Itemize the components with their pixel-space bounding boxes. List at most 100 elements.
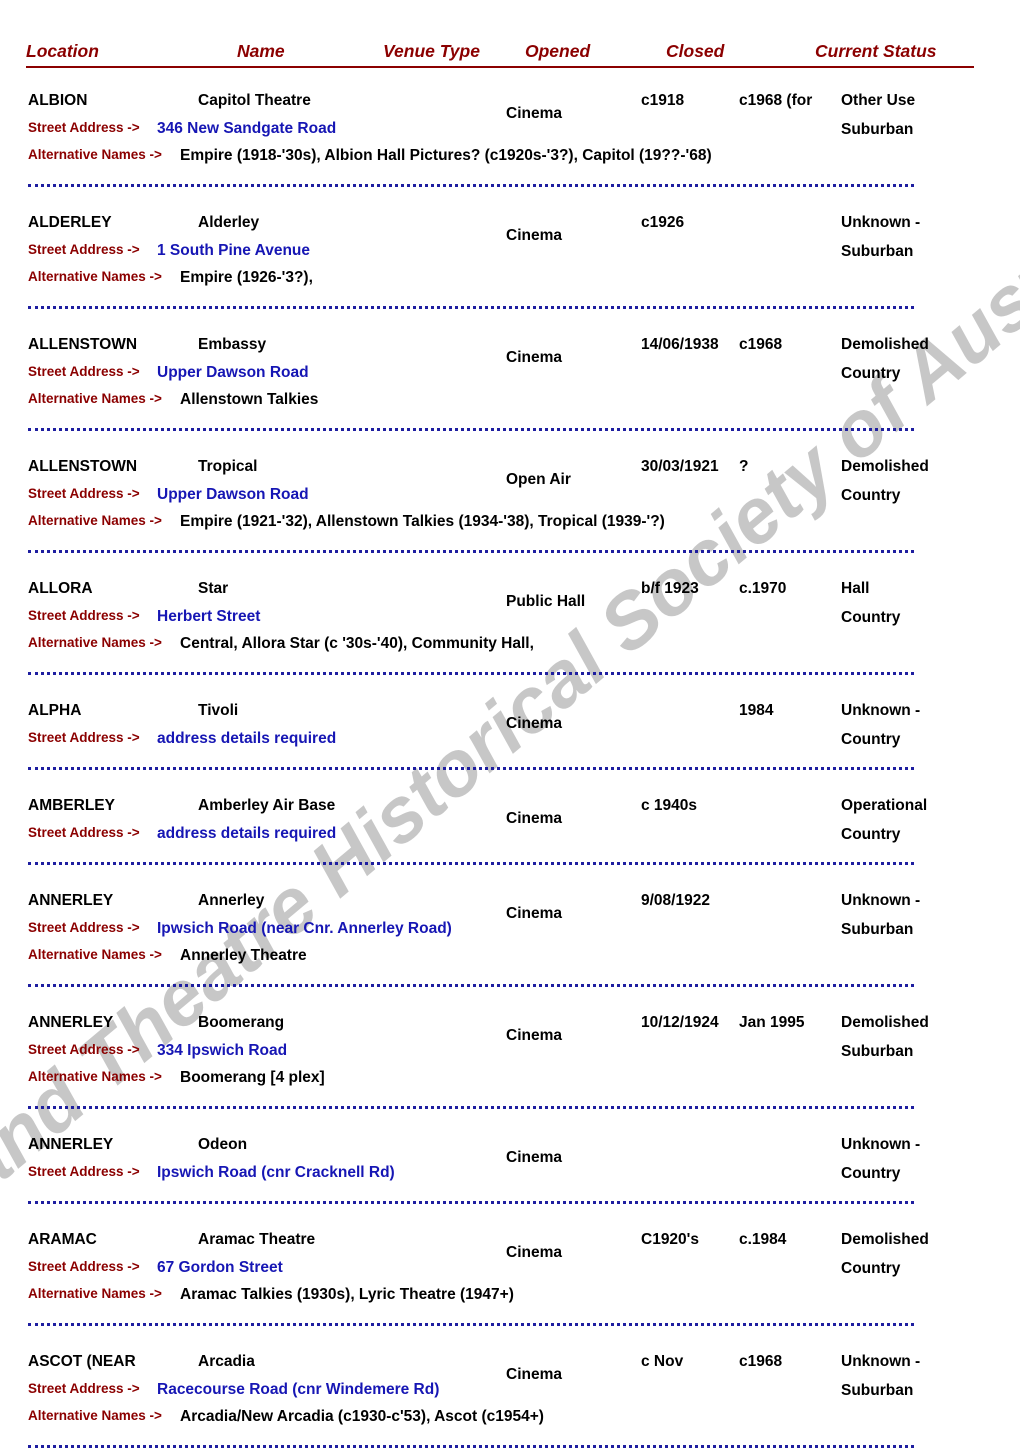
record-location: AMBERLEY xyxy=(28,797,115,814)
record-location: ALLORA xyxy=(28,580,93,597)
alternative-names-label: Alternative Names -> xyxy=(28,269,162,284)
record-street-address-row: Street Address -> Herbert Street xyxy=(0,608,1020,635)
record-alternative-names-row: Alternative Names -> Empire (1926-'3?), xyxy=(0,269,1020,296)
street-address-label: Street Address -> xyxy=(28,1164,140,1179)
record-name: Odeon xyxy=(198,1136,248,1153)
record-current-status: Hall xyxy=(841,580,870,597)
record-closed: c1968 xyxy=(739,1353,783,1370)
record-main-row: AMBERLEY Amberley Air Base Cinema c 1940s Op… xyxy=(0,797,1020,843)
record-name: Star xyxy=(198,580,229,597)
alternative-names-value: Central, Allora Star (c '30s-'40), Commu… xyxy=(180,635,534,652)
street-address-label: Street Address -> xyxy=(28,1259,140,1274)
record-opened: 9/08/1922 xyxy=(641,892,710,909)
record-opened: 10/12/1924 xyxy=(641,1014,719,1031)
record-opened: c1926 xyxy=(641,214,685,231)
column-header-venue-type: Venue Type xyxy=(383,41,480,61)
column-header-opened: Opened xyxy=(525,41,591,61)
record-location: ARAMAC xyxy=(28,1231,97,1248)
record-closed: c.1970 xyxy=(739,580,787,597)
alternative-names-value: Arcadia/New Arcadia (c1930-c'53), Ascot … xyxy=(180,1408,544,1425)
record-separator xyxy=(28,1201,914,1204)
record-main-row: ALDERLEY Alderley Cinema c1926 Unknown - Subu… xyxy=(0,214,1020,260)
street-address-value: Racecourse Road (cnr Windemere Rd) xyxy=(157,1381,440,1398)
alternative-names-label: Alternative Names -> xyxy=(28,147,162,162)
column-header-location: Location xyxy=(26,41,99,61)
street-address-value: Ipswich Road (cnr Cracknell Rd) xyxy=(157,1164,395,1181)
record-name: Amberley Air Base xyxy=(198,797,336,814)
venue-record: ASCOT (NEAR Arcadia Cinema c Nov c1968 Unknow… xyxy=(0,1353,1020,1448)
record-street-address-row: Street Address -> 334 Ipswich Road xyxy=(0,1042,1020,1069)
record-location: ALLENSTOWN xyxy=(28,336,138,353)
street-address-label: Street Address -> xyxy=(28,120,140,135)
alternative-names-label: Alternative Names -> xyxy=(28,391,162,406)
record-opened: c 1940s xyxy=(641,797,698,814)
street-address-label: Street Address -> xyxy=(28,486,140,501)
record-current-status: Demolished xyxy=(841,458,929,475)
street-address-value: address details required xyxy=(157,730,337,747)
venue-record: AMBERLEY Amberley Air Base Cinema c 1940s Op… xyxy=(0,797,1020,865)
record-name: Capitol Theatre xyxy=(198,92,311,109)
street-address-value: Upper Dawson Road xyxy=(157,364,309,381)
record-name: Alderley xyxy=(198,214,260,231)
record-closed: ? xyxy=(739,458,749,475)
record-alternative-names-row: Alternative Names -> Central, Allora Star… xyxy=(0,635,1020,662)
record-current-status: Other Use xyxy=(841,92,916,109)
column-header-current-status: Current Status xyxy=(815,41,937,61)
street-address-value: 67 Gordon Street xyxy=(157,1259,283,1276)
record-name: Embassy xyxy=(198,336,267,353)
street-address-value: Ipwsich Road (near Cnr. Annerley Road) xyxy=(157,920,452,937)
record-separator xyxy=(28,428,914,431)
record-street-address-row: Street Address -> Ipswich Road (cnr Crack… xyxy=(0,1164,1020,1191)
record-street-address-row: Street Address -> Racecourse Road (cnr Wi… xyxy=(0,1381,1020,1408)
record-location: ASCOT (NEAR xyxy=(28,1353,136,1370)
record-main-row: ALLENSTOWN Tropical Open Air 30/03/1921? Dem… xyxy=(0,458,1020,504)
alternative-names-label: Alternative Names -> xyxy=(28,1286,162,1301)
record-main-row: ALLORA Star Public Hall b/f 1923 c.1970 Hall C… xyxy=(0,580,1020,626)
record-closed: c1968 xyxy=(739,336,783,353)
venue-record: ALLORA Star Public Hall b/f 1923 c.1970 Hall C… xyxy=(0,580,1020,675)
record-street-address-row: Street Address -> address details require… xyxy=(0,730,1020,757)
record-street-address-row: Street Address -> Upper Dawson Road xyxy=(0,364,1020,391)
record-separator xyxy=(28,550,914,553)
column-header-closed: Closed xyxy=(666,41,725,61)
alternative-names-label: Alternative Names -> xyxy=(28,635,162,650)
alternative-names-value: Empire (1921-'32), Allenstown Talkies (1… xyxy=(180,513,665,530)
record-name: Tropical xyxy=(198,458,258,475)
record-separator xyxy=(28,862,914,865)
record-current-status: Demolished xyxy=(841,336,929,353)
street-address-label: Street Address -> xyxy=(28,730,140,745)
record-opened: C1920's xyxy=(641,1231,699,1248)
record-current-status: Unknown - xyxy=(841,702,921,719)
record-separator xyxy=(28,672,914,675)
record-closed: c.1984 xyxy=(739,1231,787,1248)
record-location: ANNERLEY xyxy=(28,1136,114,1153)
street-address-label: Street Address -> xyxy=(28,1381,140,1396)
record-current-status: Unknown - xyxy=(841,1136,921,1153)
venue-record: ALBION Capitol Theatre Cinema c1918 c1968 (f… xyxy=(0,92,1020,187)
record-current-status: Unknown - xyxy=(841,892,921,909)
venue-record: ANNERLEY Boomerang Cinema 10/12/1924 Jan 199… xyxy=(0,1014,1020,1109)
street-address-label: Street Address -> xyxy=(28,242,140,257)
record-location: ANNERLEY xyxy=(28,1014,114,1031)
column-header-name: Name xyxy=(237,41,285,61)
record-current-status: Operational xyxy=(841,797,928,814)
record-location: ALDERLEY xyxy=(28,214,112,231)
record-main-row: ALPHA Tivoli Cinema 1984 Unknown - Country xyxy=(0,702,1020,748)
record-alternative-names-row: Alternative Names -> Empire (1921-'32), A… xyxy=(0,513,1020,540)
record-location: ALBION xyxy=(28,92,88,109)
record-main-row: ALLENSTOWN Embassy Cinema 14/06/1938 c1968 De… xyxy=(0,336,1020,382)
record-main-row: ASCOT (NEAR Arcadia Cinema c Nov c1968 Unknow… xyxy=(0,1353,1020,1399)
alternative-names-value: Aramac Talkies (1930s), Lyric Theatre (1… xyxy=(180,1286,514,1303)
alternative-names-label: Alternative Names -> xyxy=(28,513,162,528)
record-separator xyxy=(28,1323,914,1326)
record-closed: 1984 xyxy=(739,702,774,719)
record-name: Tivoli xyxy=(198,702,239,719)
record-opened: c Nov xyxy=(641,1353,684,1370)
venue-record: ALLENSTOWN Tropical Open Air 30/03/1921? Dem… xyxy=(0,458,1020,553)
street-address-label: Street Address -> xyxy=(28,825,140,840)
venue-record: ARAMAC Aramac Theatre Cinema C1920's c.1984 D… xyxy=(0,1231,1020,1326)
record-opened: b/f 1923 xyxy=(641,580,699,597)
record-name: Boomerang xyxy=(198,1014,285,1031)
record-closed: c1968 (for xyxy=(739,92,813,109)
street-address-value: address details required xyxy=(157,825,337,842)
